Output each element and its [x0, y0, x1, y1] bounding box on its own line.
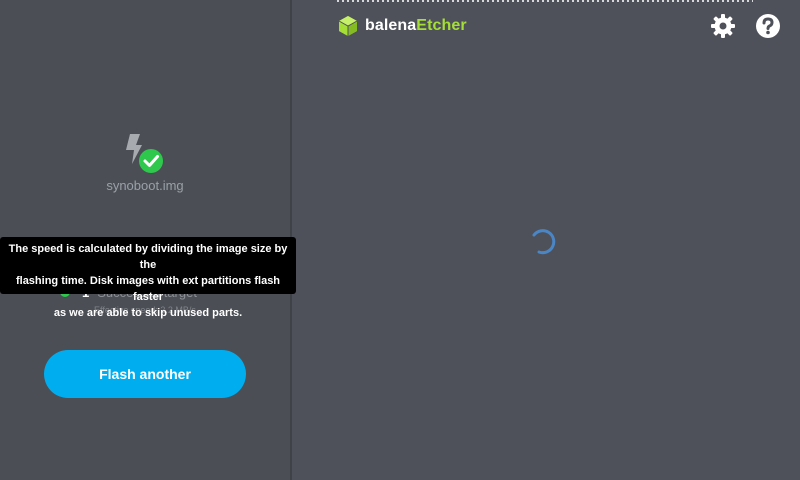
image-filename: synoboot.img: [106, 178, 184, 193]
help-button[interactable]: [755, 13, 781, 39]
tooltip-line: The speed is calculated by dividing the …: [8, 243, 288, 271]
spinner-icon: [528, 226, 558, 256]
brand-name-suffix: Etcher: [416, 17, 467, 34]
balena-cube-icon: [338, 16, 358, 36]
app-logo: balena Etcher: [337, 14, 467, 38]
main-panel: balena Etcher: [292, 0, 800, 480]
header-dotted-line: [337, 0, 753, 2]
brand-name-prefix: balena: [365, 17, 417, 34]
tooltip-line: flashing time. Disk images with ext part…: [15, 275, 281, 303]
image-file-check-icon: [122, 130, 166, 174]
gear-icon: [711, 14, 735, 38]
settings-button[interactable]: [710, 13, 736, 39]
help-icon: [756, 14, 780, 38]
speed-tooltip: The speed is calculated by dividing the …: [0, 237, 296, 319]
flash-another-button[interactable]: Flash another: [44, 350, 246, 398]
tooltip-line: as we are able to skip unused parts.: [53, 307, 243, 319]
